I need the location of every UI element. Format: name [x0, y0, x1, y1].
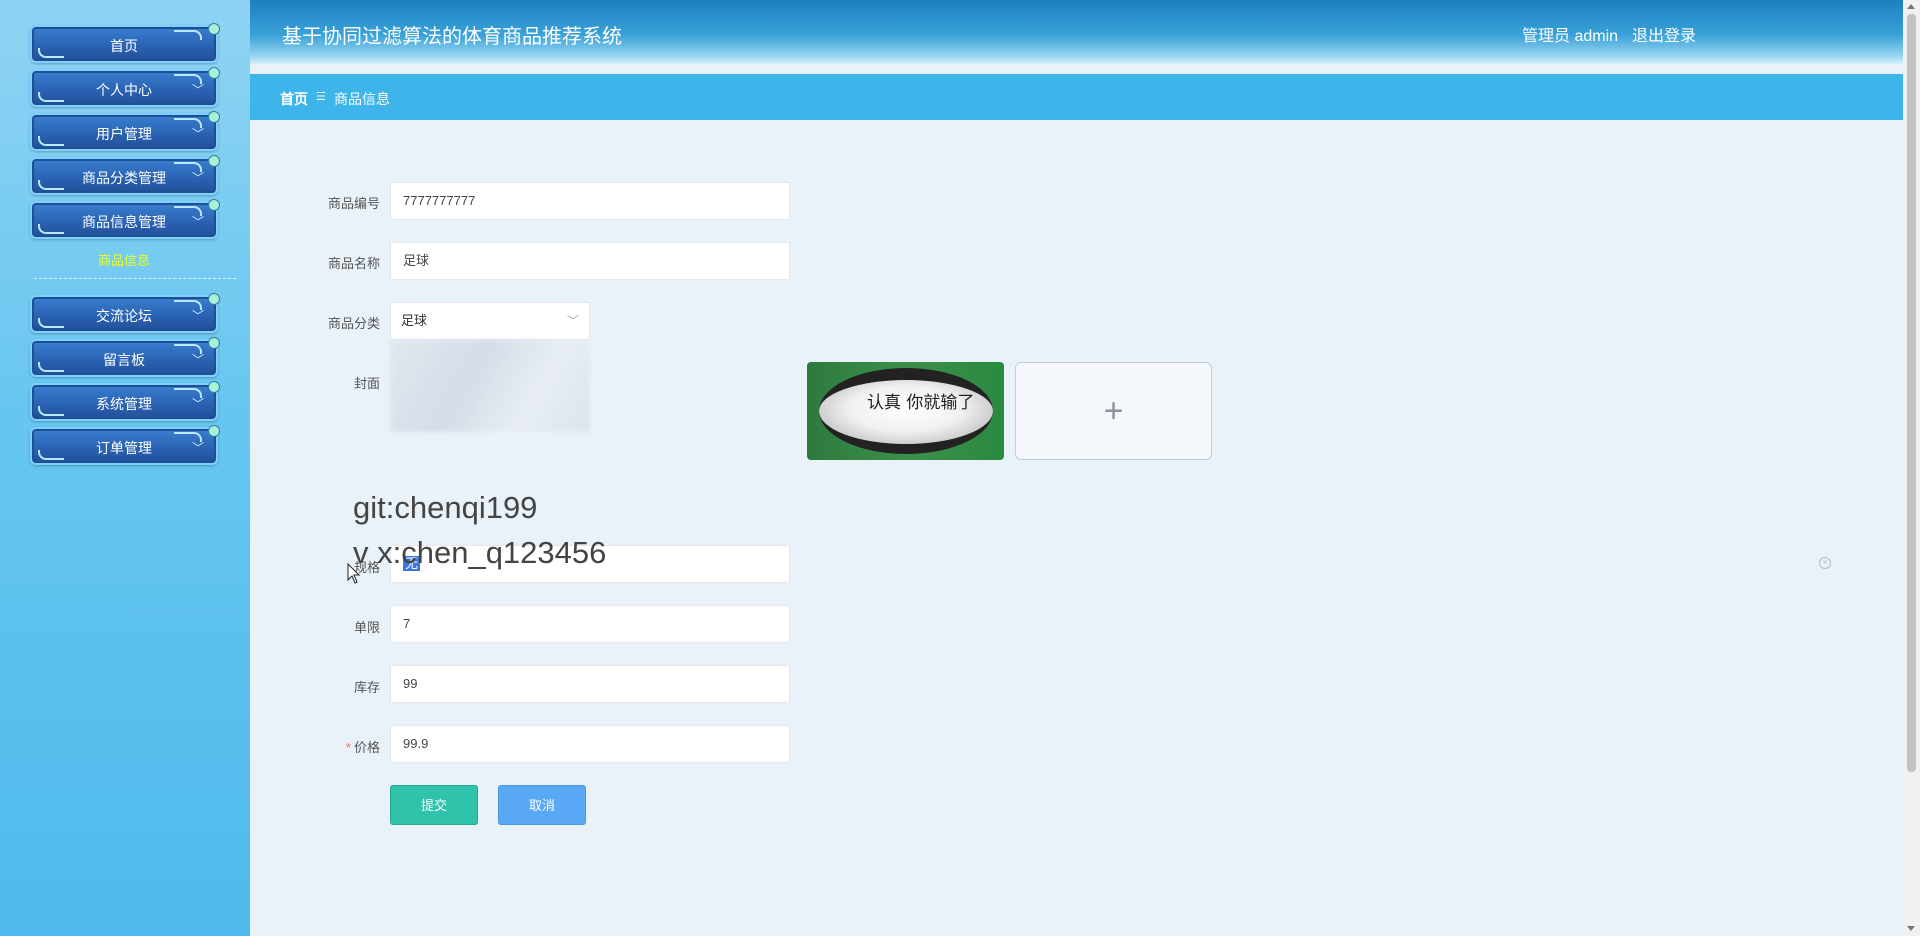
scroll-down-icon[interactable]	[1907, 926, 1915, 931]
dot-decoration	[208, 381, 220, 393]
cover-image[interactable]: 认真 你就输了	[807, 362, 1004, 460]
sidebar-item-users[interactable]: ﹀ 用户管理	[30, 111, 220, 151]
cover-image-text: 认真 你就输了	[867, 393, 975, 413]
sidebar-item-label: 商品分类管理	[82, 170, 166, 186]
sidebar-subitem-product-info[interactable]: 商品信息	[30, 250, 218, 269]
upload-button[interactable]: +	[1015, 362, 1212, 460]
chevron-down-icon: ﹀	[191, 397, 204, 411]
dot-decoration	[208, 337, 220, 349]
scroll-up-icon[interactable]	[1907, 4, 1915, 9]
chevron-down-icon: ﹀	[191, 171, 204, 185]
chevron-down-icon: ﹀	[191, 83, 204, 97]
limit-field[interactable]: 7	[390, 605, 790, 643]
limit-label: 单限	[353, 620, 380, 635]
breadcrumb-home[interactable]: 首页	[280, 89, 308, 109]
sidebar-divider	[34, 278, 236, 279]
sidebar-item-label: 个人中心	[96, 82, 152, 98]
breadcrumb: 首页 ☰ 商品信息	[250, 74, 1903, 120]
code-field[interactable]: 7777777777	[390, 182, 790, 220]
sidebar-item-system-management[interactable]: ﹀ 系统管理	[30, 381, 220, 421]
dot-decoration	[208, 293, 220, 305]
sidebar-item-forum[interactable]: ﹀ 交流论坛	[30, 293, 220, 333]
name-field[interactable]: 足球	[390, 242, 790, 280]
dot-decoration	[208, 425, 220, 437]
dot-decoration	[208, 155, 220, 167]
breadcrumb-current: 商品信息	[334, 91, 390, 107]
swirl-right-decoration	[174, 30, 202, 40]
category-selected-value: 足球	[401, 313, 428, 328]
stock-field[interactable]: 99	[390, 665, 790, 703]
plus-icon: +	[1103, 392, 1124, 430]
dot-decoration	[208, 199, 220, 211]
category-select[interactable]: 足球 ﹀	[390, 302, 590, 340]
sidebar-item-profile[interactable]: ﹀ 个人中心	[30, 67, 220, 107]
chevron-down-icon: ﹀	[191, 309, 204, 323]
sidebar-item-label: 订单管理	[96, 440, 152, 456]
cover-label: 封面	[353, 376, 380, 391]
chevron-down-icon: ﹀	[191, 441, 204, 455]
required-mark: *	[345, 740, 351, 755]
dot-decoration	[208, 67, 220, 79]
price-label-text: 价格	[353, 740, 380, 755]
sidebar-item-label: 商品信息管理	[82, 214, 166, 230]
cancel-button[interactable]: 取消	[498, 785, 586, 825]
top-header: 基于协同过滤算法的体育商品推荐系统 管理员 admin 退出登录	[250, 0, 1903, 64]
sidebar-item-product-management[interactable]: ﹀ 商品信息管理	[30, 199, 220, 239]
sidebar-item-message-board[interactable]: ﹀ 留言板	[30, 337, 220, 377]
sidebar: 首页 ﹀ 个人中心 ﹀ 用户管理 ﹀ 商品分类管理 ﹀ 商品信息管理 商品信息 …	[0, 0, 250, 936]
sidebar-item-home[interactable]: 首页	[30, 23, 220, 63]
sidebar-item-category-management[interactable]: ﹀ 商品分类管理	[30, 155, 220, 195]
sidebar-item-label: 交流论坛	[96, 308, 152, 324]
chevron-down-icon: ﹀	[191, 215, 204, 229]
app-title: 基于协同过滤算法的体育商品推荐系统	[282, 26, 622, 48]
mouse-cursor-icon	[347, 563, 361, 584]
swirl-left-decoration	[38, 48, 64, 58]
stock-label: 库存	[353, 680, 380, 695]
swirl-left-decoration	[38, 92, 64, 102]
chevron-down-icon: ﹀	[191, 353, 204, 367]
swirl-left-decoration	[38, 136, 64, 146]
price-label: * 价格	[250, 737, 380, 756]
swirl-left-decoration	[38, 224, 64, 234]
sidebar-item-label: 留言板	[103, 352, 145, 368]
watermark-line-1: git:chenqi199	[353, 490, 538, 525]
scrollbar-thumb[interactable]	[1907, 14, 1916, 772]
category-label: 商品分类	[327, 316, 380, 331]
sidebar-item-order-management[interactable]: ﹀ 订单管理	[30, 425, 220, 465]
chevron-down-icon: ﹀	[566, 314, 579, 328]
clear-icon[interactable]: ×	[1819, 557, 1831, 569]
code-label: 商品编号	[327, 196, 380, 211]
swirl-left-decoration	[38, 450, 64, 460]
swirl-left-decoration	[38, 318, 64, 328]
dot-decoration	[208, 23, 220, 35]
name-label: 商品名称	[327, 256, 380, 271]
sidebar-item-label: 首页	[110, 38, 138, 54]
swirl-left-decoration	[38, 406, 64, 416]
logout-link[interactable]: 退出登录	[1632, 22, 1696, 46]
chevron-down-icon: ﹀	[191, 127, 204, 141]
swirl-left-decoration	[38, 362, 64, 372]
breadcrumb-separator-icon: ☰	[316, 91, 326, 103]
submit-button[interactable]: 提交	[390, 785, 478, 825]
price-field[interactable]: 99.9	[390, 725, 790, 763]
watermark-line-2: v x:chen_q123456	[353, 535, 607, 570]
sidebar-item-label: 用户管理	[96, 126, 152, 142]
blurred-dropdown-area	[390, 340, 590, 432]
sidebar-item-label: 系统管理	[96, 396, 152, 412]
scrollbar[interactable]	[1903, 0, 1920, 936]
admin-label: 管理员 admin	[1522, 28, 1619, 45]
swirl-left-decoration	[38, 180, 64, 190]
dot-decoration	[208, 111, 220, 123]
